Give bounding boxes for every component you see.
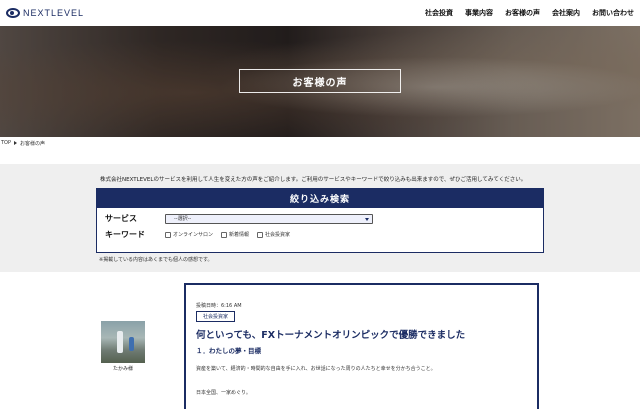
nav-business[interactable]: 事業内容 <box>465 8 493 18</box>
breadcrumb: TOP お客様の声 <box>0 138 45 148</box>
hero-banner: お客様の声 <box>0 26 640 137</box>
testimonial-body: 日本全国、一家めぐり。 <box>196 390 251 396</box>
main-nav: 社会投資 事業内容 お客様の声 会社案内 お問い合わせ <box>425 8 634 18</box>
customer-name: たかみ様 <box>112 366 133 372</box>
testimonial-title: 何といっても、FXトーナメントオリンピックで優勝できました <box>196 330 466 341</box>
keyword-checkbox-online-salon[interactable]: オンラインサロン <box>165 231 213 238</box>
chevron-down-icon <box>365 217 369 221</box>
site-logo[interactable]: NEXTLEVEL <box>6 6 84 20</box>
testimonial-subtitle: １．わたしの夢・目標 <box>196 347 261 355</box>
photo-figure <box>129 337 134 351</box>
service-row: サービス --選択-- <box>105 213 373 224</box>
customer-photo <box>101 321 145 363</box>
filter-heading: 絞り込み検索 <box>97 189 543 208</box>
keyword-row: キーワード オンラインサロン 新着情報 社会投資家 <box>105 229 298 240</box>
breadcrumb-current: お客様の声 <box>20 140 46 147</box>
service-select-value: --選択-- <box>174 216 192 222</box>
logo-text: NEXTLEVEL <box>23 8 85 18</box>
filter-panel: 絞り込み検索 サービス --選択-- キーワード オンラインサロン 新着情報 社… <box>96 188 544 253</box>
disclaimer-note: ※掲載している内容はあくまでも個人の感想です。 <box>99 257 213 263</box>
nav-contact[interactable]: お問い合わせ <box>592 8 634 18</box>
checkbox-icon[interactable] <box>257 231 264 238</box>
search-section: 株式会社NEXTLEVELのサービスを利用して人生を変えた方の声をご紹介します。… <box>0 164 640 272</box>
breadcrumb-home[interactable]: TOP <box>1 140 11 146</box>
keyword-label: キーワード <box>105 230 145 239</box>
breadcrumb-arrow-icon <box>14 141 18 145</box>
testimonial-body: 資産を築いて、経済的・時間的な自由を手に入れ、お世話になった周りの人たちと幸せを… <box>196 366 436 372</box>
page-title: お客様の声 <box>292 77 348 89</box>
keyword-option-label: オンラインサロン <box>173 232 214 238</box>
site-header: NEXTLEVEL 社会投資 事業内容 お客様の声 会社案内 お問い合わせ <box>0 0 640 26</box>
nav-company[interactable]: 会社案内 <box>552 8 580 18</box>
eye-logo-icon <box>6 8 20 18</box>
post-date: 投稿日時：6:16 AM <box>196 303 242 309</box>
photo-figure <box>117 331 123 353</box>
testimonial-card: 投稿日時：6:16 AM 社会投資家 何といっても、FXトーナメントオリンピック… <box>184 283 539 409</box>
service-label: サービス <box>105 214 137 223</box>
service-select[interactable]: --選択-- <box>165 213 373 224</box>
nav-customer-voice[interactable]: お客様の声 <box>505 8 540 18</box>
keyword-checkbox-social-investor[interactable]: 社会投資家 <box>257 231 290 238</box>
checkbox-icon[interactable] <box>221 231 228 238</box>
intro-text: 株式会社NEXTLEVELのサービスを利用して人生を変えた方の声をご紹介します。… <box>100 177 527 183</box>
nav-social-investment[interactable]: 社会投資 <box>425 8 453 18</box>
checkbox-icon[interactable] <box>165 231 171 238</box>
keyword-checkbox-news[interactable]: 新着情報 <box>221 231 249 238</box>
category-tag[interactable]: 社会投資家 <box>196 311 236 322</box>
keyword-option-label: 社会投資家 <box>265 232 291 238</box>
keyword-option-label: 新着情報 <box>229 232 250 238</box>
hero-title-frame: お客様の声 <box>239 69 401 93</box>
